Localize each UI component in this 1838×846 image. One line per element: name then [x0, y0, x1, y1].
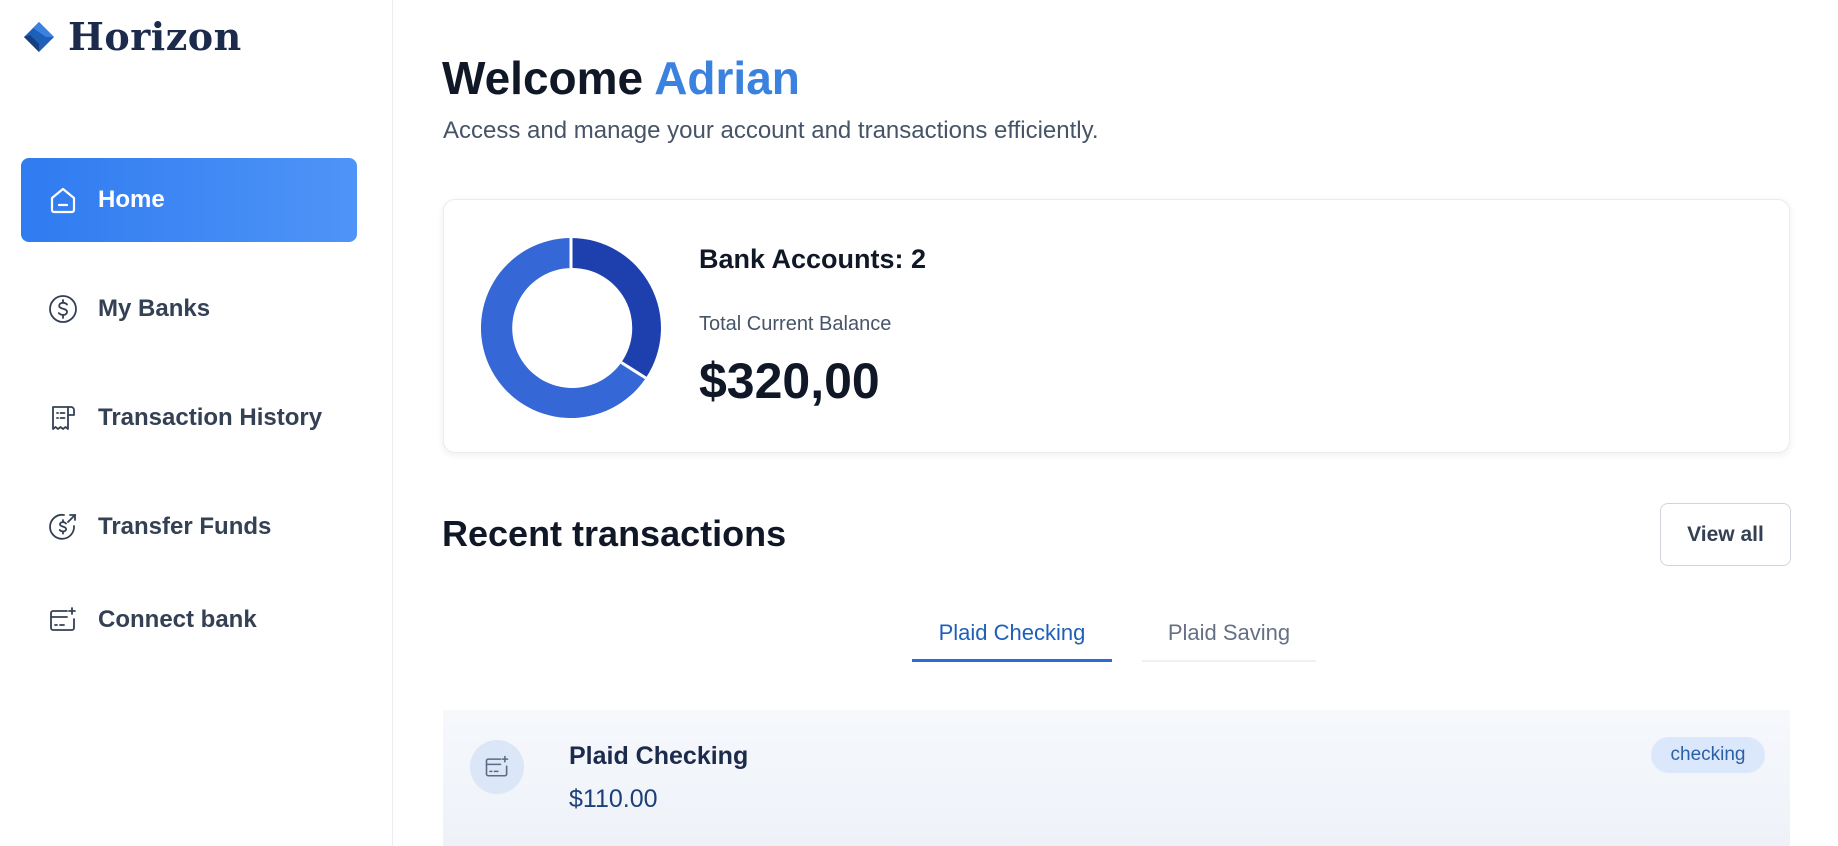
sidebar-item-label: Home: [98, 186, 165, 213]
sidebar-item-label: Transfer Funds: [98, 513, 272, 540]
bank-accounts-count: Bank Accounts: 2: [699, 244, 927, 274]
horizon-logo-icon: [24, 22, 54, 52]
sidebar-item-label: Connect bank: [98, 606, 257, 633]
tab-plaid-checking[interactable]: Plaid Checking: [912, 610, 1112, 662]
sidebar-item-home[interactable]: Home: [21, 158, 357, 242]
sidebar-item-label: My Banks: [98, 295, 211, 322]
account-balance: $110.00: [569, 785, 658, 813]
sidebar-item-transaction-history[interactable]: Transaction History: [21, 376, 357, 460]
page-subtitle: Access and manage your account and trans…: [443, 117, 1099, 144]
logo[interactable]: Horizon: [22, 18, 242, 56]
receipt-icon: [46, 401, 80, 435]
user-name: Adrian: [654, 52, 800, 104]
total-balance-value: $320,00: [699, 353, 880, 409]
sidebar-item-label: Transaction History: [98, 404, 323, 431]
total-balance-card: Bank Accounts: 2 Total Current Balance $…: [443, 199, 1790, 453]
card-add-icon: [470, 740, 524, 794]
money-send-icon: [46, 510, 80, 544]
recent-transactions-title: Recent transactions: [442, 513, 787, 554]
dollar-circle-icon: [46, 292, 80, 326]
page-title: Welcome Adrian: [442, 50, 800, 106]
main-content: Welcome Adrian Access and manage your ac…: [394, 0, 1838, 846]
home-icon: [46, 183, 80, 217]
logo-text: Horizon: [68, 14, 242, 59]
bank-info-row[interactable]: Plaid Checking $110.00 checking: [443, 710, 1790, 846]
total-balance-label: Total Current Balance: [699, 313, 892, 335]
account-name: Plaid Checking: [569, 742, 749, 770]
view-all-button[interactable]: View all: [1660, 503, 1791, 566]
sidebar: Horizon Home My Banks Transaction Histor…: [0, 0, 393, 846]
sidebar-item-connect-bank[interactable]: Connect bank: [21, 578, 357, 662]
donut-slice-checking: [571, 238, 661, 378]
balance-donut-chart: [481, 238, 661, 418]
welcome-prefix: Welcome: [442, 52, 644, 104]
tab-plaid-saving[interactable]: Plaid Saving: [1142, 610, 1316, 662]
account-type-badge: checking: [1651, 737, 1765, 773]
account-tabs: Plaid Checking Plaid Saving: [912, 610, 1732, 662]
card-add-icon: [46, 603, 80, 637]
sidebar-item-transfer-funds[interactable]: Transfer Funds: [21, 485, 357, 569]
sidebar-item-my-banks[interactable]: My Banks: [21, 267, 357, 351]
